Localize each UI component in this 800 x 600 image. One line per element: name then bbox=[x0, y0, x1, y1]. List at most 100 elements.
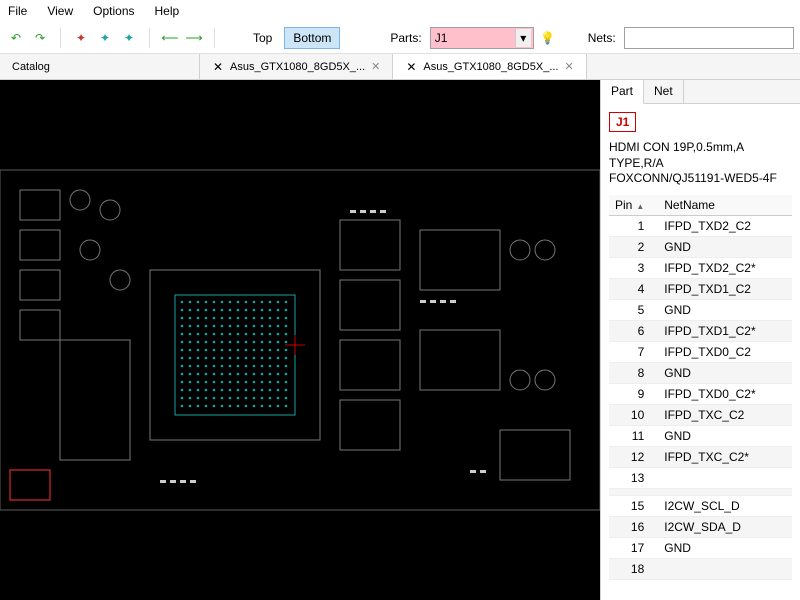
pin-netname: GND bbox=[658, 299, 792, 320]
highlight-off-icon[interactable]: ✦ bbox=[71, 28, 91, 48]
part-reference[interactable]: J1 bbox=[609, 112, 636, 132]
pin-netname: GND bbox=[658, 537, 792, 558]
pin-number bbox=[609, 488, 658, 495]
close-icon[interactable]: ✕ bbox=[371, 60, 380, 73]
pin-netname: IFPD_TXD2_C2 bbox=[658, 215, 792, 236]
table-row[interactable]: 12IFPD_TXC_C2* bbox=[609, 446, 792, 467]
menu-file[interactable]: File bbox=[4, 2, 31, 20]
layer-top-toggle[interactable]: Top bbox=[245, 28, 280, 48]
tab-board-1[interactable]: ✕ Asus_GTX1080_8GD5X_... ✕ bbox=[200, 54, 393, 79]
table-row[interactable]: 3IFPD_TXD2_C2* bbox=[609, 257, 792, 278]
pin-netname: IFPD_TXD2_C2* bbox=[658, 257, 792, 278]
tab-catalog-label: Catalog bbox=[12, 61, 187, 73]
part-desc-line1: HDMI CON 19P,0.5mm,A TYPE,R/A bbox=[609, 140, 792, 171]
pin-netname: IFPD_TXD0_C2* bbox=[658, 383, 792, 404]
tab-catalog[interactable]: Catalog bbox=[0, 54, 200, 79]
pin-table: Pin▲ NetName 1IFPD_TXD2_C22GND3IFPD_TXD2… bbox=[609, 195, 792, 580]
table-row[interactable]: 4IFPD_TXD1_C2 bbox=[609, 278, 792, 299]
pin-netname: GND bbox=[658, 362, 792, 383]
table-row[interactable]: 16I2CW_SDA_D bbox=[609, 516, 792, 537]
table-row[interactable]: 18 bbox=[609, 558, 792, 579]
tab-board-2-label: Asus_GTX1080_8GD5X_... bbox=[423, 61, 558, 73]
pin-netname: IFPD_TXD1_C2* bbox=[658, 320, 792, 341]
parts-label: Parts: bbox=[386, 31, 425, 45]
undo-rotate-left-icon[interactable]: ↶ bbox=[6, 28, 26, 48]
table-row[interactable]: 13 bbox=[609, 467, 792, 488]
col-netname[interactable]: NetName bbox=[658, 195, 792, 216]
part-desc-line2: FOXCONN/QJ51191-WED5-4F bbox=[609, 171, 792, 187]
col-pin[interactable]: Pin▲ bbox=[609, 195, 658, 216]
pin-netname: IFPD_TXC_C2 bbox=[658, 404, 792, 425]
pin-number: 13 bbox=[609, 467, 658, 488]
pcb-canvas[interactable]: // add BGA grid dots after DOM ready — k… bbox=[0, 80, 600, 600]
side-tabs: Part Net bbox=[601, 80, 800, 104]
bulb-icon[interactable]: 💡 bbox=[538, 28, 558, 48]
close-icon[interactable]: ✕ bbox=[565, 60, 574, 73]
tab-board-1-label: Asus_GTX1080_8GD5X_... bbox=[230, 61, 365, 73]
chevron-down-icon[interactable]: ▾ bbox=[515, 29, 531, 47]
menu-bar: File View Options Help bbox=[0, 0, 800, 22]
table-row[interactable]: 10IFPD_TXC_C2 bbox=[609, 404, 792, 425]
layer-bottom-toggle[interactable]: Bottom bbox=[284, 27, 340, 49]
shuffle-icon: ✕ bbox=[405, 61, 417, 73]
pin-netname: GND bbox=[658, 236, 792, 257]
pin-number: 2 bbox=[609, 236, 658, 257]
table-row[interactable]: 9IFPD_TXD0_C2* bbox=[609, 383, 792, 404]
menu-options[interactable]: Options bbox=[89, 2, 138, 20]
pin-number: 3 bbox=[609, 257, 658, 278]
pin-number: 7 bbox=[609, 341, 658, 362]
table-row[interactable]: 8GND bbox=[609, 362, 792, 383]
table-row[interactable]: 7IFPD_TXD0_C2 bbox=[609, 341, 792, 362]
shuffle-icon: ✕ bbox=[212, 61, 224, 73]
pin-number: 16 bbox=[609, 516, 658, 537]
side-tab-net[interactable]: Net bbox=[644, 80, 684, 103]
table-row[interactable]: 17GND bbox=[609, 537, 792, 558]
pin-number: 8 bbox=[609, 362, 658, 383]
side-tab-part[interactable]: Part bbox=[601, 80, 644, 104]
nets-label: Nets: bbox=[584, 31, 620, 45]
table-row[interactable]: 6IFPD_TXD1_C2* bbox=[609, 320, 792, 341]
table-row[interactable]: 15I2CW_SCL_D bbox=[609, 495, 792, 516]
menu-help[interactable]: Help bbox=[151, 2, 184, 20]
pin-netname bbox=[658, 467, 792, 488]
pin-number: 17 bbox=[609, 537, 658, 558]
pin-number: 10 bbox=[609, 404, 658, 425]
pin-number: 12 bbox=[609, 446, 658, 467]
tab-board-2[interactable]: ✕ Asus_GTX1080_8GD5X_... ✕ bbox=[393, 54, 586, 79]
pin-netname: IFPD_TXC_C2* bbox=[658, 446, 792, 467]
arrow-left-icon[interactable]: ⟵ bbox=[160, 28, 180, 48]
table-row[interactable]: 11GND bbox=[609, 425, 792, 446]
pin-number: 9 bbox=[609, 383, 658, 404]
pin-netname: IFPD_TXD1_C2 bbox=[658, 278, 792, 299]
tab-strip: Catalog ✕ Asus_GTX1080_8GD5X_... ✕ ✕ Asu… bbox=[0, 54, 800, 80]
table-row[interactable]: 5GND bbox=[609, 299, 792, 320]
table-row[interactable]: 2GND bbox=[609, 236, 792, 257]
pin-netname bbox=[658, 488, 792, 495]
parts-combo-value: J1 bbox=[435, 31, 448, 45]
redo-rotate-right-icon[interactable]: ↷ bbox=[30, 28, 50, 48]
pin-number: 11 bbox=[609, 425, 658, 446]
table-row[interactable]: 1IFPD_TXD2_C2 bbox=[609, 215, 792, 236]
pin-netname: I2CW_SDA_D bbox=[658, 516, 792, 537]
pin-number: 18 bbox=[609, 558, 658, 579]
pin-number: 4 bbox=[609, 278, 658, 299]
highlight-b-icon[interactable]: ✦ bbox=[119, 28, 139, 48]
side-panel: Part Net J1 HDMI CON 19P,0.5mm,A TYPE,R/… bbox=[600, 80, 800, 600]
table-row[interactable] bbox=[609, 488, 792, 495]
pin-number: 15 bbox=[609, 495, 658, 516]
pin-number: 1 bbox=[609, 215, 658, 236]
menu-view[interactable]: View bbox=[43, 2, 77, 20]
pin-number: 5 bbox=[609, 299, 658, 320]
parts-combo[interactable]: J1 ▾ bbox=[430, 27, 534, 49]
highlight-a-icon[interactable]: ✦ bbox=[95, 28, 115, 48]
arrow-right-icon[interactable]: ⟶ bbox=[184, 28, 204, 48]
sort-asc-icon: ▲ bbox=[636, 202, 644, 211]
part-body: J1 HDMI CON 19P,0.5mm,A TYPE,R/A FOXCONN… bbox=[601, 104, 800, 600]
part-description: HDMI CON 19P,0.5mm,A TYPE,R/A FOXCONN/QJ… bbox=[609, 140, 792, 187]
pin-netname bbox=[658, 558, 792, 579]
nets-input[interactable] bbox=[624, 27, 794, 49]
toolbar: ↶ ↷ ✦ ✦ ✦ ⟵ ⟶ Top Bottom Parts: J1 ▾ 💡 N… bbox=[0, 22, 800, 54]
pin-netname: I2CW_SCL_D bbox=[658, 495, 792, 516]
pin-netname: IFPD_TXD0_C2 bbox=[658, 341, 792, 362]
main-split: // add BGA grid dots after DOM ready — k… bbox=[0, 80, 800, 600]
